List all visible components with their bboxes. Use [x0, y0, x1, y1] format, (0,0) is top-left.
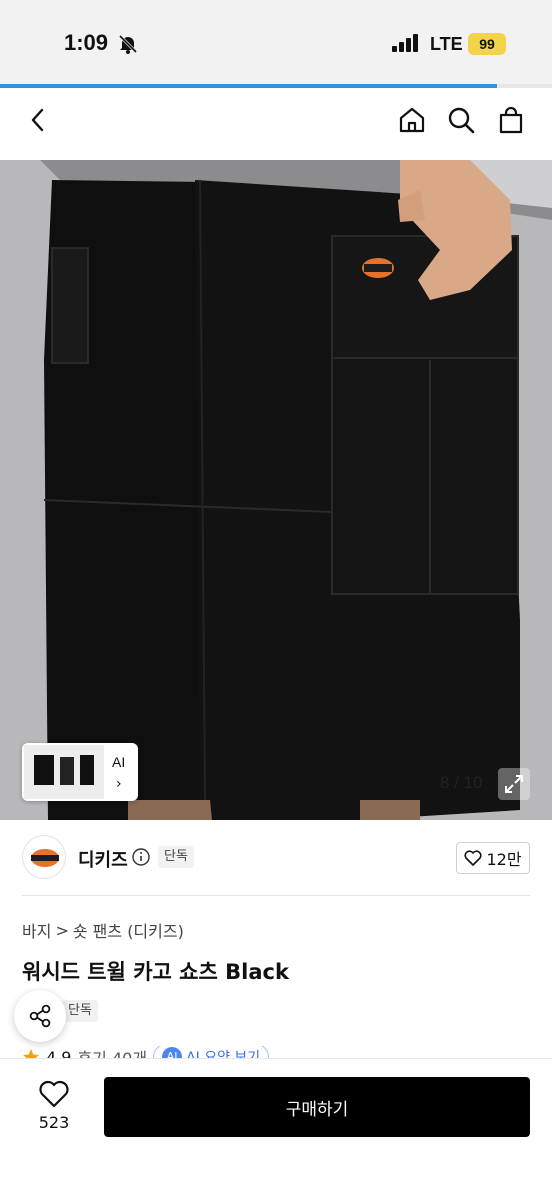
info-icon[interactable]	[132, 848, 150, 866]
brand-row: 디키즈 단독 12만	[0, 820, 552, 896]
top-nav	[0, 88, 552, 160]
back-arrow-icon	[31, 108, 44, 132]
bell-off-icon	[118, 34, 138, 54]
thumbnail-image	[24, 745, 104, 799]
search-icon	[448, 107, 475, 134]
exclusive-badge: 단독	[62, 1000, 98, 1022]
signal-icon	[392, 34, 418, 52]
product-photo	[0, 160, 552, 820]
back-button[interactable]	[20, 102, 56, 138]
battery-indicator: 99	[468, 33, 506, 55]
product-like-count: 523	[38, 1113, 70, 1132]
brand-like-button[interactable]: 12만	[456, 842, 530, 874]
search-button[interactable]	[443, 102, 479, 138]
heart-icon	[39, 1080, 69, 1108]
carrier-label: LTE	[430, 34, 463, 54]
breadcrumb-item[interactable]: 바지	[22, 918, 51, 942]
thumbnail-ai-label: AI	[112, 754, 126, 770]
product-image-gallery[interactable]	[0, 160, 552, 820]
expand-image-button[interactable]	[498, 768, 530, 800]
image-counter: 8 / 10	[440, 773, 483, 792]
brand-name[interactable]: 디키즈	[78, 846, 128, 872]
status-time: 1:09	[64, 30, 109, 55]
buy-button[interactable]: 구매하기	[104, 1077, 530, 1137]
breadcrumb: 바지 > 숏 팬츠 (디키즈)	[22, 918, 184, 942]
breadcrumb-item[interactable]: 숏 팬츠 (디키즈)	[73, 918, 184, 942]
ai-fitting-thumbnail[interactable]	[22, 743, 138, 801]
bottom-action-bar: 523 구매하기	[0, 1058, 552, 1200]
brand-like-count: 12만	[486, 850, 522, 869]
share-button[interactable]	[14, 990, 66, 1042]
expand-icon	[505, 775, 523, 793]
chevron-right-icon: ›	[116, 776, 122, 792]
heart-icon	[464, 850, 482, 866]
cart-button[interactable]	[493, 102, 529, 138]
product-title: 워시드 트윌 카고 쇼츠 Black	[22, 960, 289, 984]
exclusive-badge: 단독	[158, 846, 194, 868]
product-like-button[interactable]: 523	[24, 1079, 84, 1143]
status-bar: 1:09 LTE 99	[0, 0, 552, 88]
share-icon	[29, 1004, 51, 1028]
shopping-bag-icon	[499, 106, 523, 134]
home-icon	[399, 107, 425, 133]
home-button[interactable]	[394, 102, 430, 138]
brand-logo[interactable]	[22, 835, 66, 879]
breadcrumb-separator: >	[55, 920, 69, 940]
divider	[22, 895, 530, 896]
